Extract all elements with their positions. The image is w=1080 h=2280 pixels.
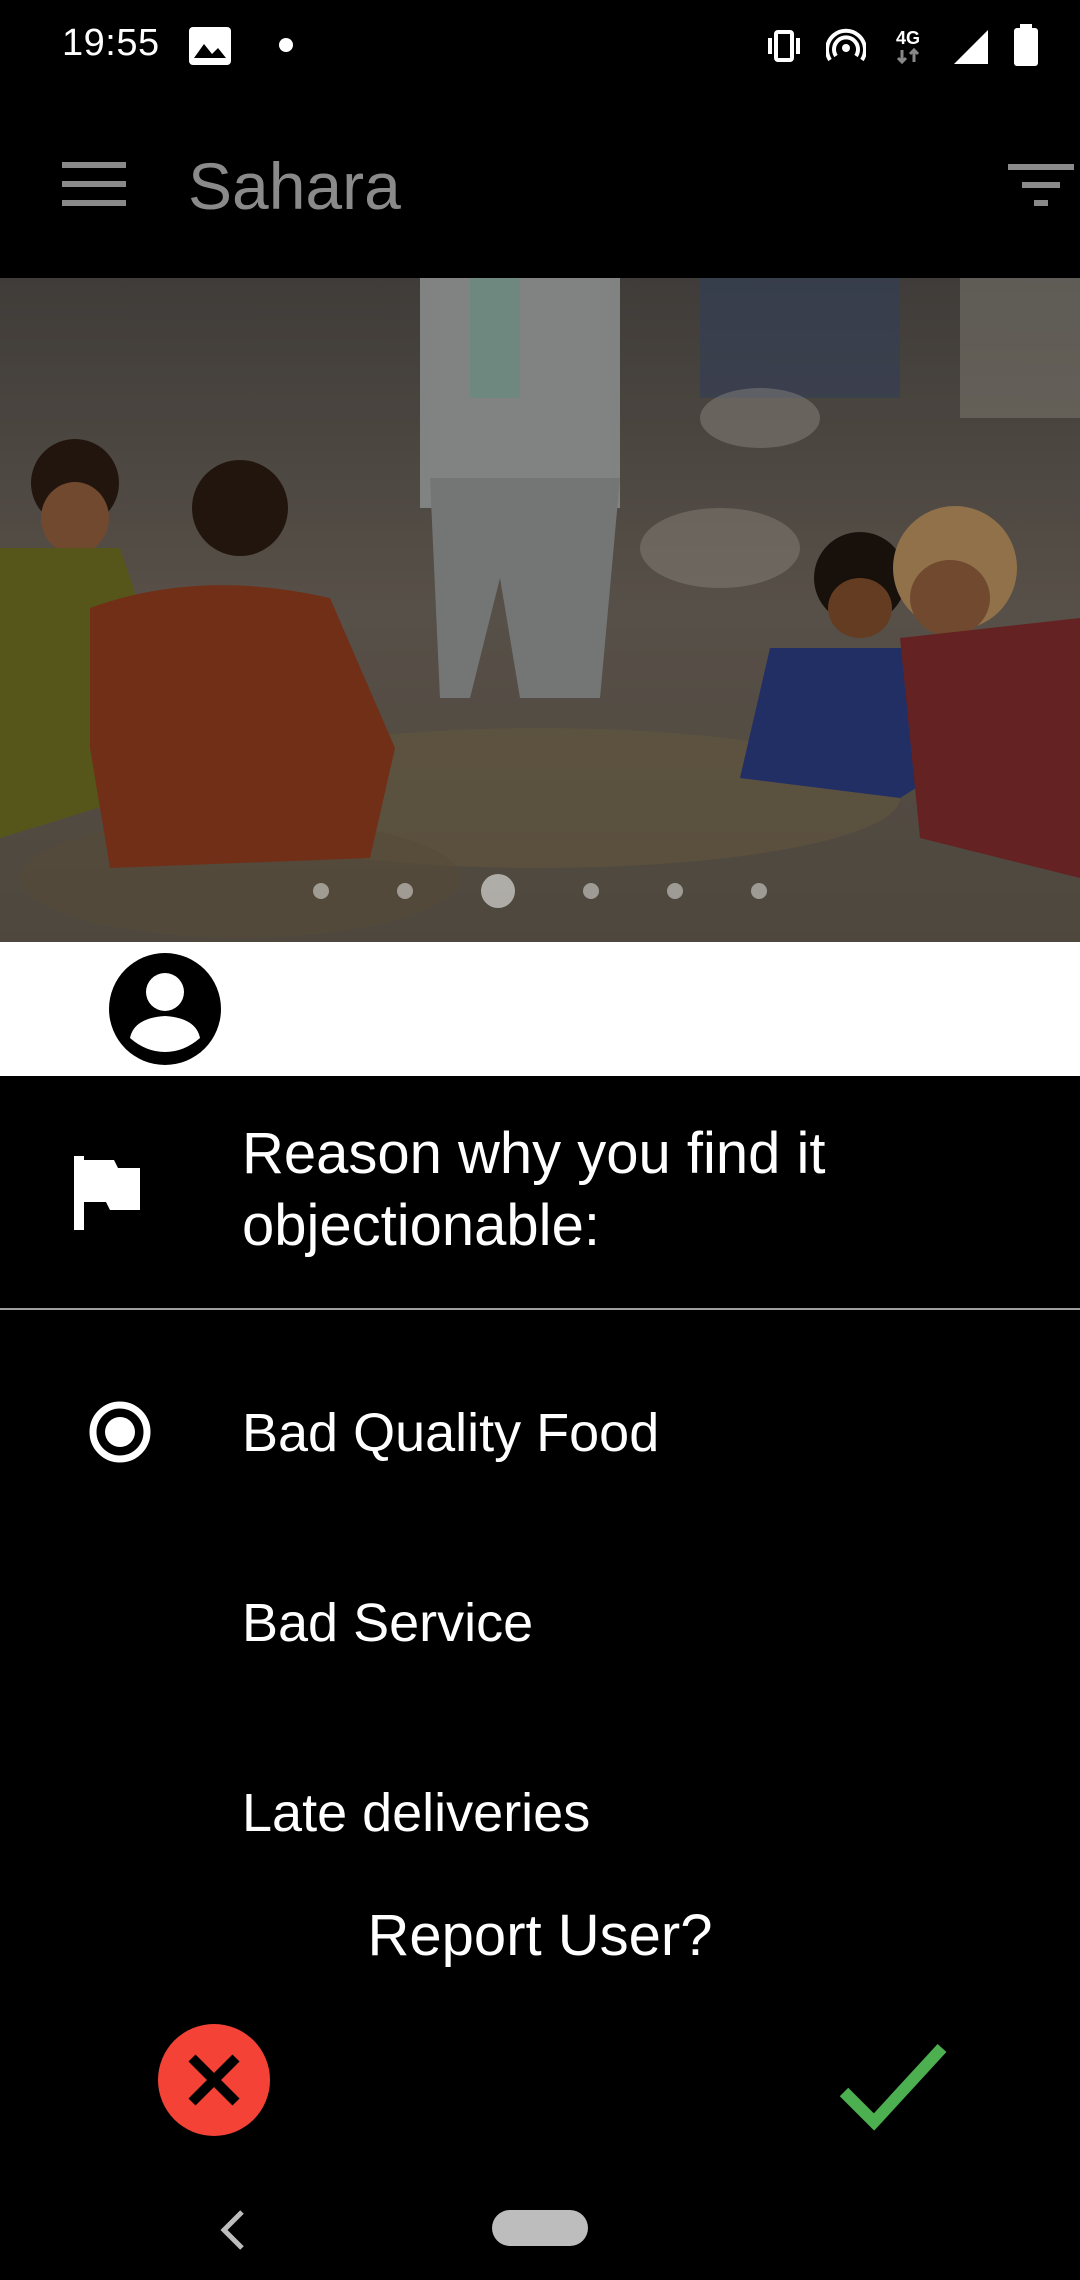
status-time: 19:55 (62, 22, 160, 64)
pager-dot[interactable] (313, 883, 329, 899)
status-bar: 19:55 4G (0, 0, 1080, 92)
report-question: Report User? (367, 1903, 713, 1968)
carousel-pager (0, 874, 1080, 908)
pager-dot[interactable] (667, 883, 683, 899)
account-circle-icon[interactable] (108, 952, 222, 1066)
4g-icon: 4G (896, 28, 920, 65)
signal-icon (954, 30, 988, 64)
option-label: Bad Quality Food (242, 1403, 660, 1463)
close-icon (188, 2054, 240, 2106)
app-bar: Sahara (0, 92, 1080, 278)
filter-icon[interactable] (1008, 162, 1074, 208)
report-dialog: Reason why you find it objectionable: Ba… (0, 1076, 1080, 2178)
pager-dot-active[interactable] (481, 874, 515, 908)
dialog-title: Reason why you find it objectionable: (242, 1121, 826, 1258)
radio-selected-icon[interactable] (88, 1400, 152, 1464)
menu-icon[interactable] (62, 160, 126, 208)
status-icons: 4G (764, 22, 1040, 70)
option-late-deliveries[interactable]: Late deliveries (0, 1736, 1080, 1886)
dialog-header: Reason why you find it objectionable: (0, 1076, 1080, 1308)
notification-dot (279, 38, 293, 52)
pager-dot[interactable] (583, 883, 599, 899)
pager-dot[interactable] (751, 883, 767, 899)
option-label: Bad Service (242, 1593, 534, 1653)
hotspot-icon (826, 28, 866, 62)
profile-strip (0, 942, 1080, 1076)
flag-icon (74, 1156, 140, 1230)
system-nav-bar (0, 2178, 1080, 2280)
option-bad-service[interactable]: Bad Service (0, 1546, 1080, 1696)
image-icon (189, 27, 231, 65)
hero-overlay (0, 278, 1080, 942)
option-bad-quality-food[interactable]: Bad Quality Food (0, 1356, 1080, 1506)
dialog-divider (0, 1308, 1080, 1310)
battery-icon (1014, 24, 1038, 66)
home-pill[interactable] (492, 2210, 588, 2246)
back-icon[interactable] (218, 2208, 248, 2252)
cancel-button[interactable] (158, 2024, 270, 2136)
pager-dot[interactable] (397, 883, 413, 899)
app-title: Sahara (188, 149, 401, 223)
network-label: 4G (896, 28, 920, 48)
vibrate-icon (768, 30, 800, 62)
hero-carousel[interactable] (0, 278, 1080, 942)
option-label: Late deliveries (242, 1783, 591, 1843)
confirm-button[interactable] (838, 2034, 948, 2134)
